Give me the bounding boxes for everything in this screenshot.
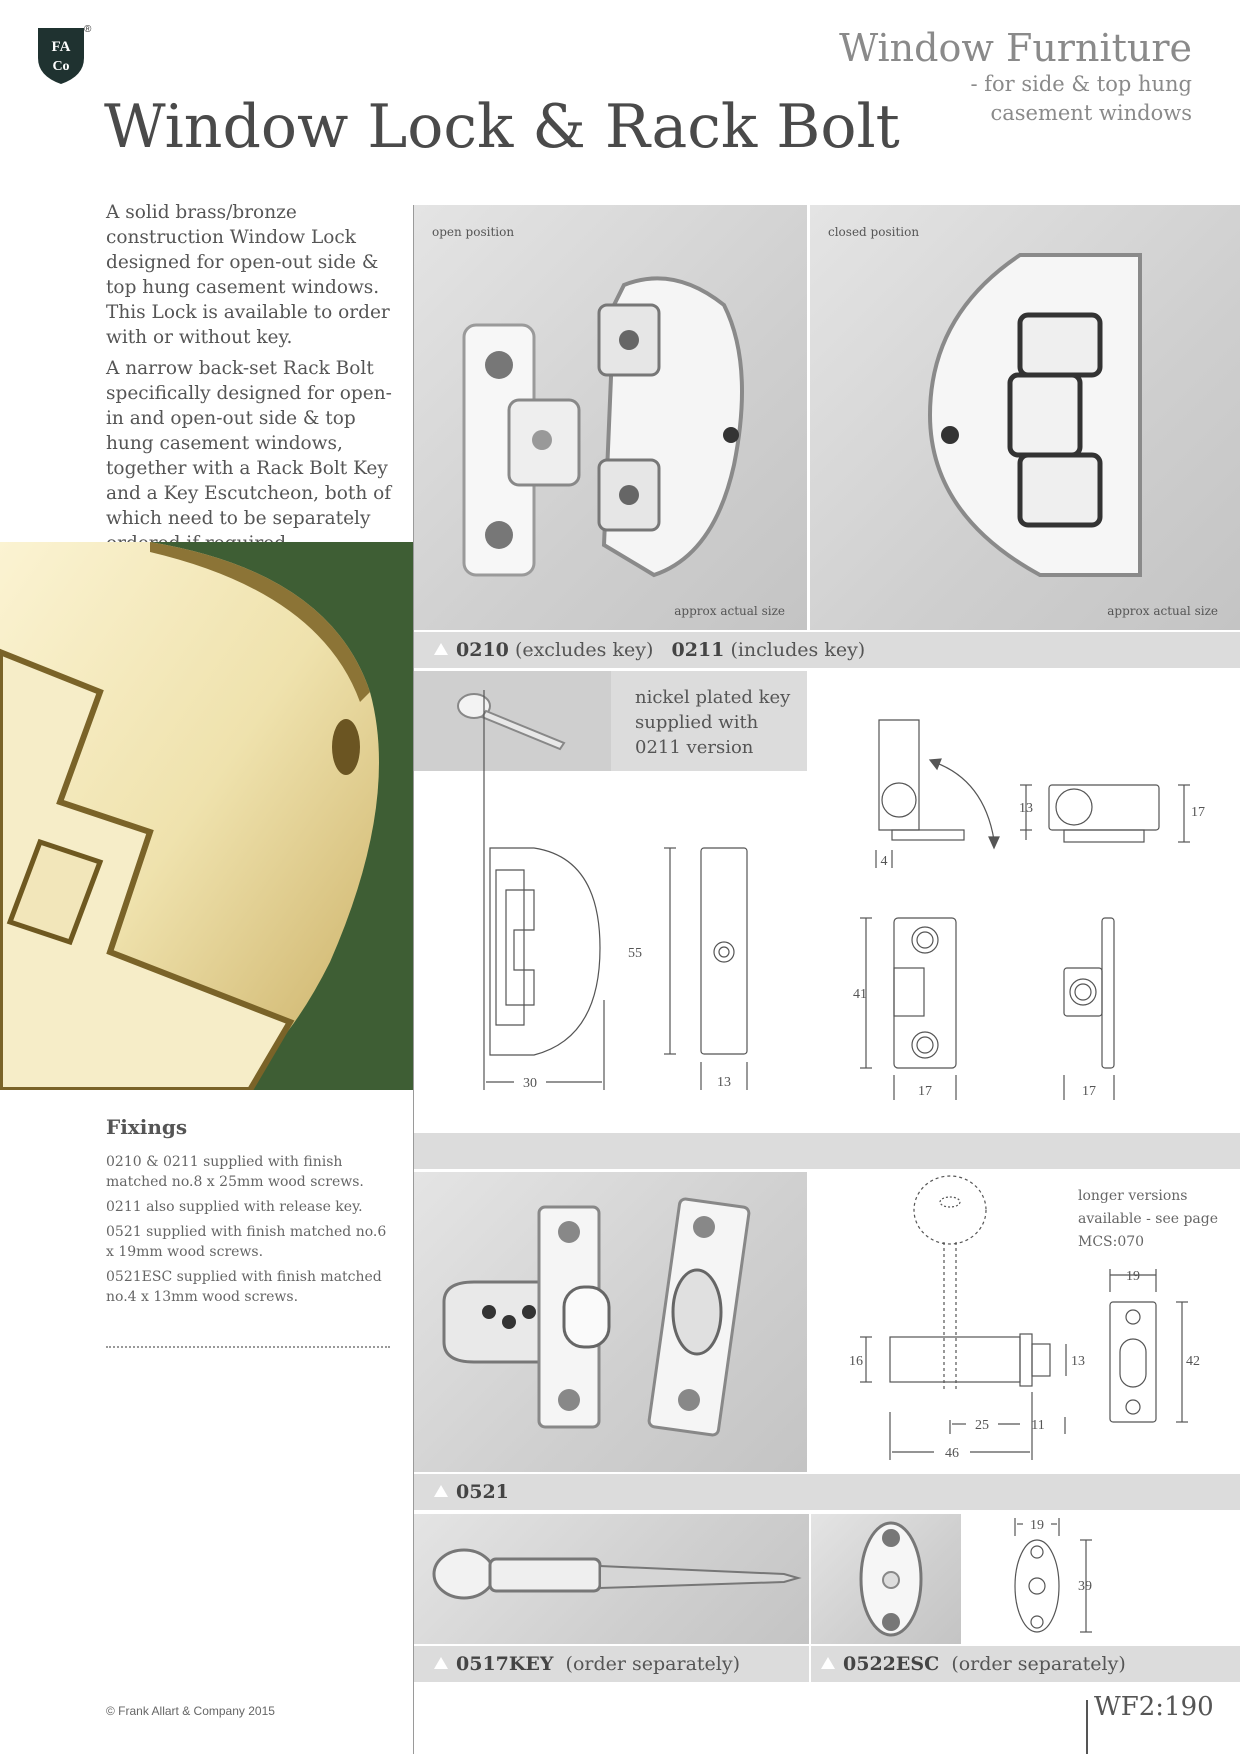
product-code-0521: 0521 xyxy=(456,1481,509,1503)
product-desc-0522esc: (order separately) xyxy=(951,1653,1126,1675)
product-desc-0210: (excludes key) xyxy=(514,639,654,661)
category-subtitle-2: casement windows xyxy=(990,101,1192,125)
approx-size-label: approx actual size xyxy=(1107,604,1218,618)
fixings-list: 0210 & 0211 supplied with finish matched… xyxy=(106,1152,396,1307)
dim-30: 30 xyxy=(523,1076,537,1091)
category-title: Window Furniture xyxy=(839,26,1192,70)
registered-mark: ® xyxy=(84,24,92,35)
dim-55: 55 xyxy=(628,946,642,961)
svg-text:Co: Co xyxy=(52,59,69,74)
lock-front-view xyxy=(483,690,605,1090)
page-ref-divider xyxy=(1086,1700,1088,1754)
rackbolt-dimension-drawing: 19 16 13 42 25 11 46 xyxy=(849,1175,1200,1461)
lock-caption-bar: 0210 (excludes key) 0211 (includes key) xyxy=(414,632,1240,668)
fixing-item: 0211 also supplied with release key. xyxy=(106,1199,363,1215)
plate-side-view xyxy=(1063,917,1115,1100)
dim-11: 11 xyxy=(1031,1418,1044,1433)
section-band xyxy=(414,1133,1240,1169)
dim-16: 16 xyxy=(849,1354,863,1369)
dotted-divider xyxy=(106,1346,390,1348)
intro-text: A solid brass/bronze construction Window… xyxy=(106,200,406,556)
triangle-icon xyxy=(434,1485,448,1497)
dim-17b: 17 xyxy=(1082,1084,1096,1099)
lock-open-photo: open position approx actual size xyxy=(414,205,807,630)
approx-size-label: approx actual size xyxy=(674,604,785,618)
triangle-icon xyxy=(434,643,448,655)
page-reference: WF2:190 xyxy=(1094,1692,1214,1722)
lock-dimension-drawings: 30 55 13 4 13 17 41 17 17 xyxy=(483,690,1205,1100)
escutcheon-caption-bar: 0522ESC (order separately) xyxy=(811,1646,1240,1682)
logo-letters-top: FA xyxy=(52,39,71,55)
fixing-item: 0521ESC supplied with finish matched no.… xyxy=(106,1269,382,1305)
intro-paragraph-lock: A solid brass/bronze construction Window… xyxy=(106,202,390,348)
dim-25: 25 xyxy=(975,1418,989,1433)
closed-position-label: closed position xyxy=(828,225,920,239)
lock-side-view xyxy=(664,847,748,1090)
triangle-icon xyxy=(434,1657,448,1669)
product-code-0211: 0211 xyxy=(671,639,725,661)
escutcheon-photo xyxy=(811,1514,961,1644)
lock-closed-photo: closed position approx actual size xyxy=(810,205,1240,630)
key-caption-bar: 0517KEY (order separately) xyxy=(414,1646,809,1682)
rackbolt-caption-bar: 0521 xyxy=(414,1474,1240,1510)
product-desc-0211: (includes key) xyxy=(730,639,866,661)
product-code-0210: 0210 xyxy=(456,639,509,661)
copyright: © Frank Allart & Company 2015 xyxy=(106,1704,275,1718)
rackbolt-photo xyxy=(414,1172,807,1472)
product-desc-0517key: (order separately) xyxy=(565,1653,741,1675)
dim-39: 39 xyxy=(1078,1579,1092,1594)
product-code-0517key: 0517KEY xyxy=(456,1653,554,1675)
intro-paragraph-rackbolt: A narrow back-set Rack Bolt specifically… xyxy=(106,358,392,554)
brand-logo: FA Co xyxy=(34,24,88,86)
dim-42: 42 xyxy=(1186,1354,1200,1369)
fixing-item: 0210 & 0211 supplied with finish matched… xyxy=(106,1154,364,1190)
dim-17c: 17 xyxy=(1191,805,1205,820)
dim-13: 13 xyxy=(1071,1354,1085,1369)
category-subtitle-1: - for side & top hung xyxy=(970,72,1192,96)
lock-open-diagram xyxy=(875,719,1000,868)
escutcheon-dimension-drawing: 19 39 xyxy=(1014,1518,1092,1633)
dim-46: 46 xyxy=(945,1446,959,1461)
dim-19: 19 xyxy=(1030,1518,1044,1533)
triangle-icon xyxy=(821,1657,835,1669)
fixings-title: Fixings xyxy=(106,1115,188,1139)
dim-17a: 17 xyxy=(918,1084,932,1099)
dim-13a: 13 xyxy=(717,1075,731,1090)
dim-41: 41 xyxy=(853,987,867,1002)
rackbolt-key-photo xyxy=(414,1514,809,1644)
fixing-item: 0521 supplied with finish matched no.6 x… xyxy=(106,1224,387,1260)
product-code-0522esc: 0522ESC xyxy=(843,1653,940,1675)
dim-4: 4 xyxy=(881,854,888,869)
open-position-label: open position xyxy=(432,225,515,239)
closeup-photo xyxy=(0,542,413,1090)
lock-closed-diagram xyxy=(1020,784,1190,843)
dim-13b: 13 xyxy=(1019,801,1033,816)
dim-19: 19 xyxy=(1126,1269,1140,1284)
page-title: Window Lock & Rack Bolt xyxy=(104,92,900,162)
plate-front-view xyxy=(860,917,957,1100)
